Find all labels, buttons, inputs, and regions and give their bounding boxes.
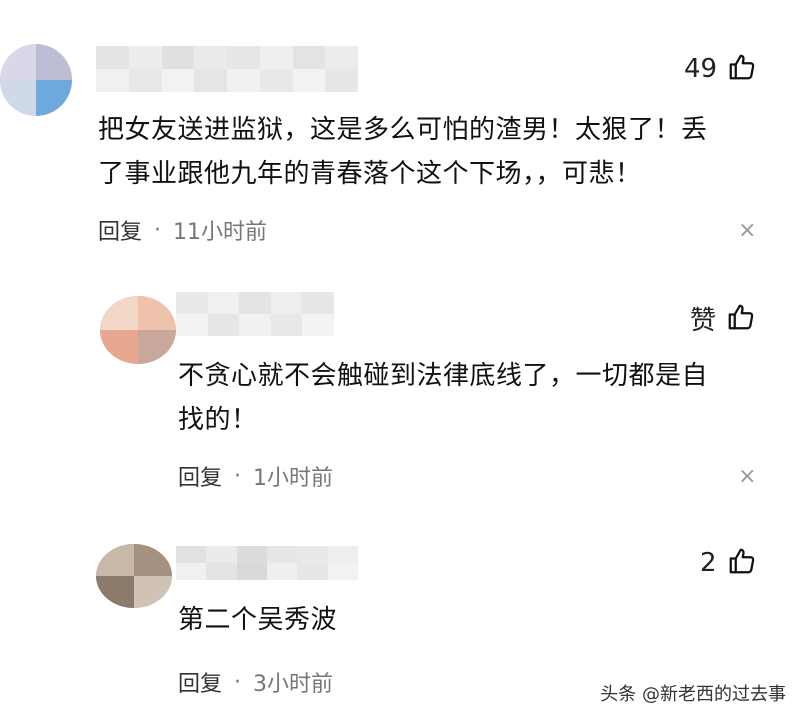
reply-button[interactable]: 回复: [98, 214, 142, 246]
username-blurred[interactable]: [96, 46, 358, 92]
like-count: 2: [700, 548, 717, 578]
reply-button[interactable]: 回复: [178, 666, 222, 698]
username-blurred[interactable]: [176, 292, 334, 336]
timestamp: 3小时前: [253, 672, 334, 697]
comment-meta: 回复 · 11小时前: [98, 214, 267, 246]
comment-text: 把女友送进监狱，这是多么可怕的渣男！太狠了！丢 了事业跟他九年的青春落个这个下场…: [98, 115, 708, 189]
like-button[interactable]: 赞: [690, 300, 756, 337]
avatar[interactable]: [96, 544, 172, 608]
username-blurred[interactable]: [176, 546, 358, 580]
thumbs-up-icon: [726, 302, 756, 336]
avatar[interactable]: [0, 44, 72, 116]
separator: ·: [234, 463, 242, 489]
watermark: 头条 @新老西的过去事: [600, 684, 786, 705]
like-count: 赞: [690, 306, 717, 336]
thumbs-up-icon: [727, 52, 757, 86]
separator: ·: [234, 669, 242, 695]
thumbs-up-icon: [727, 546, 757, 580]
timestamp: 11小时前: [173, 220, 268, 245]
comment-text: 不贪心就不会触碰到法律底线了，一切都是自 找的！: [178, 361, 709, 435]
comment-text: 第二个吴秀波: [178, 605, 338, 635]
timestamp: 1小时前: [253, 466, 334, 491]
like-count: 49: [684, 54, 718, 84]
like-button[interactable]: 49: [684, 52, 757, 86]
avatar[interactable]: [100, 296, 176, 364]
close-icon[interactable]: ×: [738, 464, 756, 489]
comment-meta: 回复 · 1小时前: [178, 460, 333, 492]
reply-button[interactable]: 回复: [178, 460, 222, 492]
close-icon[interactable]: ×: [738, 218, 756, 243]
separator: ·: [154, 217, 162, 243]
comment-meta: 回复 · 3小时前: [178, 666, 333, 698]
like-button[interactable]: 2: [700, 546, 757, 580]
